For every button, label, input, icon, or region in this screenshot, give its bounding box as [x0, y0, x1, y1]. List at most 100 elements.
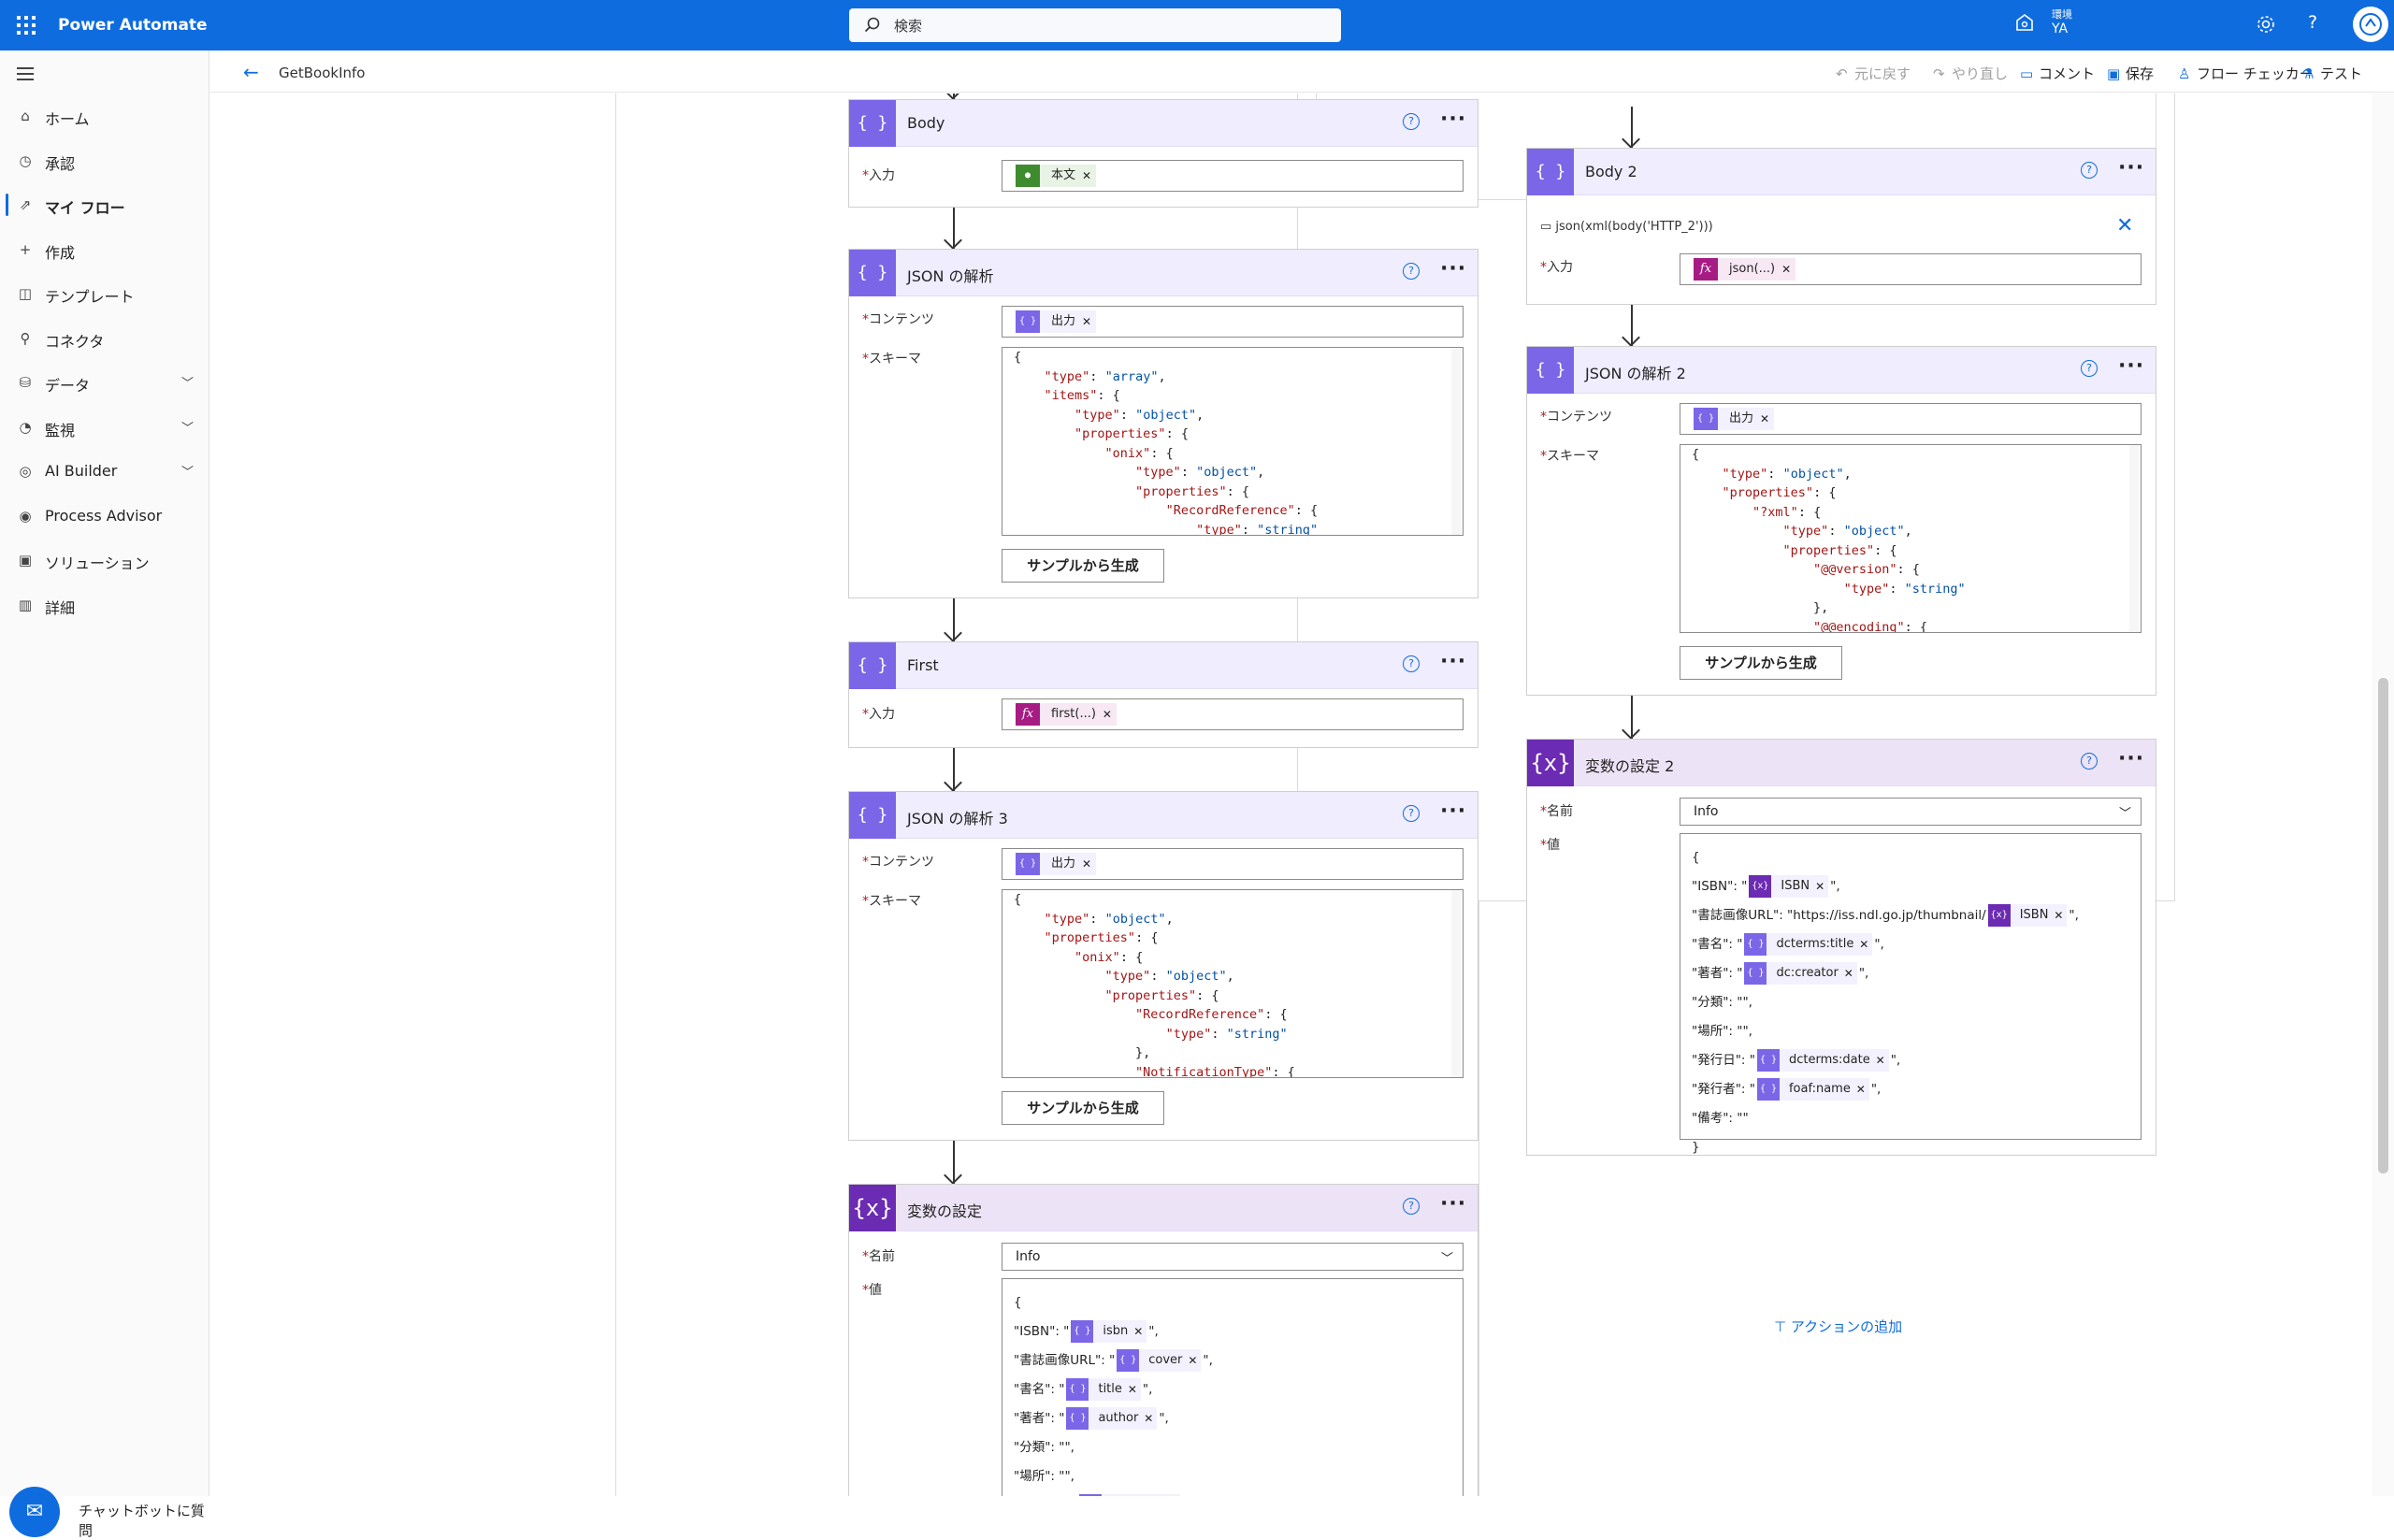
more-options-icon[interactable]: ···	[1440, 108, 1466, 131]
input-field[interactable]: fx json(...) ✕	[1680, 253, 2142, 285]
search-input[interactable]: 検索	[849, 8, 1341, 42]
dynamic-content-token[interactable]: {x} ISBN ✕	[1749, 875, 1829, 898]
remove-token-icon[interactable]: ✕	[1844, 962, 1853, 985]
action-card-parse-json-2[interactable]: { } JSON の解析 2? ··· *コンテンツ { } 出力 ✕ *スキーマ { …	[1526, 346, 2156, 696]
remove-token-icon[interactable]: ✕	[1082, 310, 1091, 333]
action-card-parse-json-3[interactable]: { } JSON の解析 3? ··· *コンテンツ { } 出力 ✕ *スキーマ { …	[848, 791, 1478, 1141]
expression-token[interactable]: fx first(...) ✕	[1016, 703, 1117, 726]
remove-token-icon[interactable]: ✕	[1856, 1078, 1866, 1101]
remove-token-icon[interactable]: ✕	[2054, 904, 2063, 927]
dynamic-content-token[interactable]: { } author ✕	[1066, 1407, 1158, 1430]
generate-from-sample-button[interactable]: サンプルから生成	[1002, 549, 1164, 583]
sidebar-item-0[interactable]: ⌂ ホーム	[0, 95, 209, 137]
schema-editor[interactable]: { "type": "object", "properties": { "?xm…	[1680, 444, 2142, 633]
comment-button[interactable]: ▭ コメント	[2020, 64, 2095, 83]
remove-token-icon[interactable]: ✕	[1859, 933, 1868, 956]
chatbot-label[interactable]: チャットボットに質問	[79, 1501, 209, 1540]
sidebar-item-4[interactable]: ◫ テンプレート	[0, 273, 209, 314]
chatbot-icon[interactable]: ✉	[9, 1487, 60, 1537]
close-comment-icon[interactable]: ✕	[2116, 214, 2133, 237]
chevron-down-icon[interactable]: ﹀	[181, 373, 194, 391]
sidebar-item-1[interactable]: ◷ 承認	[0, 140, 209, 181]
content-input[interactable]: { } 出力 ✕	[1002, 306, 1464, 338]
generate-from-sample-button[interactable]: サンプルから生成	[1002, 1091, 1164, 1125]
sidebar-item-3[interactable]: + 作成	[0, 229, 209, 270]
more-options-icon[interactable]: ···	[2118, 156, 2144, 180]
dynamic-content-token[interactable]: { } dcterms:title ✕	[1744, 933, 1873, 956]
dynamic-content-token[interactable]: { } 出力 ✕	[1016, 310, 1097, 333]
settings-gear-icon[interactable]	[2256, 14, 2276, 35]
action-comment[interactable]: ▭ json(xml(body('HTTP_2')))	[1540, 220, 1713, 234]
remove-token-icon[interactable]: ✕	[1103, 703, 1112, 726]
help-icon[interactable]: ?	[1403, 1198, 1420, 1215]
expression-token[interactable]: fx json(...) ✕	[1694, 258, 1796, 281]
remove-token-icon[interactable]: ✕	[1781, 258, 1791, 281]
generate-from-sample-button[interactable]: サンプルから生成	[1680, 646, 1842, 680]
variable-name-dropdown[interactable]: Info ﹀	[1002, 1243, 1464, 1271]
app-launcher-icon[interactable]	[17, 16, 36, 35]
save-button[interactable]: ▣ 保存	[2107, 64, 2154, 83]
environment-icon[interactable]	[2014, 13, 2035, 34]
more-options-icon[interactable]: ···	[1440, 1192, 1466, 1216]
schema-editor[interactable]: { "type": "object", "properties": { "oni…	[1002, 889, 1464, 1078]
dynamic-content-token[interactable]: { } 出力 ✕	[1016, 853, 1097, 875]
sidebar-item-5[interactable]: ⚲ コネクタ	[0, 318, 209, 359]
schema-editor[interactable]: { "type": "array", "items": { "type": "o…	[1002, 347, 1464, 536]
more-options-icon[interactable]: ···	[2118, 747, 2144, 770]
input-field[interactable]: fx first(...) ✕	[1002, 698, 1464, 730]
scrollbar-thumb[interactable]	[2378, 678, 2388, 1173]
help-icon[interactable]: ?	[1403, 805, 1420, 822]
variable-value-editor[interactable]: {"ISBN": " {x} ISBN ✕ ", "書誌画像URL": "https://…	[1680, 833, 2142, 1155]
dynamic-content-token[interactable]: { } 出力 ✕	[1694, 408, 1775, 430]
more-options-icon[interactable]: ···	[1440, 257, 1466, 281]
content-input[interactable]: { } 出力 ✕	[1680, 403, 2142, 435]
dynamic-content-token[interactable]: { } cover ✕	[1117, 1349, 1202, 1372]
help-icon[interactable]: ?	[1403, 263, 1420, 280]
action-card-body[interactable]: { } Body? ··· *入力 ● 本文 ✕	[848, 99, 1478, 208]
more-options-icon[interactable]: ···	[2118, 354, 2144, 378]
remove-token-icon[interactable]: ✕	[1128, 1378, 1137, 1401]
variable-name-dropdown[interactable]: Info ﹀	[1680, 798, 2142, 826]
editor-scrollbar[interactable]	[2129, 445, 2139, 632]
dynamic-content-token[interactable]: {x} ISBN ✕	[1987, 904, 2068, 927]
action-card-set-variable[interactable]: {x} 変数の設定? ··· *名前 Info ﹀ *値 {"ISBN": "{ } i…	[848, 1184, 1478, 1496]
environment-label[interactable]: 環境	[2052, 7, 2072, 22]
dynamic-content-token[interactable]: { } isbn ✕	[1071, 1320, 1147, 1343]
content-input[interactable]: { } 出力 ✕	[1002, 848, 1464, 880]
dynamic-content-token[interactable]: { } foaf:name ✕	[1756, 1078, 1869, 1101]
sidebar-item-10[interactable]: ▣ ソリューション	[0, 540, 209, 581]
help-icon[interactable]: ?	[1403, 113, 1420, 130]
remove-token-icon[interactable]: ✕	[1144, 1407, 1153, 1430]
help-icon[interactable]: ?	[2081, 162, 2098, 179]
remove-token-icon[interactable]: ✕	[1760, 408, 1769, 430]
chevron-down-icon[interactable]: ﹀	[181, 462, 194, 480]
help-icon[interactable]: ?	[2081, 360, 2098, 377]
app-title[interactable]: Power Automate	[58, 16, 208, 35]
test-button[interactable]: ⚗ テスト	[2301, 64, 2362, 83]
action-card-first[interactable]: { } First? ··· *入力 fx first(...) ✕	[848, 641, 1478, 748]
input-field[interactable]: ● 本文 ✕	[1002, 160, 1464, 192]
help-icon[interactable]: ?	[2308, 12, 2317, 33]
chevron-down-icon[interactable]: ﹀	[181, 418, 194, 436]
more-options-icon[interactable]: ···	[1440, 799, 1466, 823]
remove-token-icon[interactable]: ✕	[1188, 1349, 1197, 1372]
sidebar-item-2[interactable]: ⇗ マイ フロー	[0, 184, 209, 225]
action-card-set-variable-2[interactable]: {x} 変数の設定 2? ··· *名前 Info ﹀ *値 {"ISBN": " {x…	[1526, 739, 2156, 1156]
help-icon[interactable]: ?	[1403, 655, 1420, 672]
dynamic-content-token[interactable]: { } dcterms:date ✕	[1756, 1049, 1889, 1072]
sidebar-item-6[interactable]: ⛁ データ ﹀	[0, 362, 209, 403]
flow-checker-button[interactable]: ♙ フロー チェッカー	[2178, 64, 2314, 83]
action-card-body-2[interactable]: { } Body 2? ··· ▭ json(xml(body('HTTP_2'))…	[1526, 148, 2156, 305]
sidebar-item-11[interactable]: ▥ 詳細	[0, 584, 209, 626]
remove-token-icon[interactable]: ✕	[1082, 165, 1091, 187]
remove-token-icon[interactable]: ✕	[1082, 853, 1091, 875]
editor-scrollbar[interactable]	[1451, 348, 1461, 535]
avatar[interactable]	[2353, 7, 2388, 42]
editor-scrollbar[interactable]	[1451, 890, 1461, 1077]
add-action-button[interactable]: ⊤ アクションの追加	[1774, 1317, 1902, 1336]
more-options-icon[interactable]: ···	[1440, 650, 1466, 673]
remove-token-icon[interactable]: ✕	[1815, 875, 1824, 898]
undo-button[interactable]: ↶ 元に戻す	[1836, 64, 1911, 83]
sidebar-item-8[interactable]: ◎ AI Builder ﹀	[0, 451, 209, 492]
redo-button[interactable]: ↷ やり直し	[1933, 64, 2008, 83]
